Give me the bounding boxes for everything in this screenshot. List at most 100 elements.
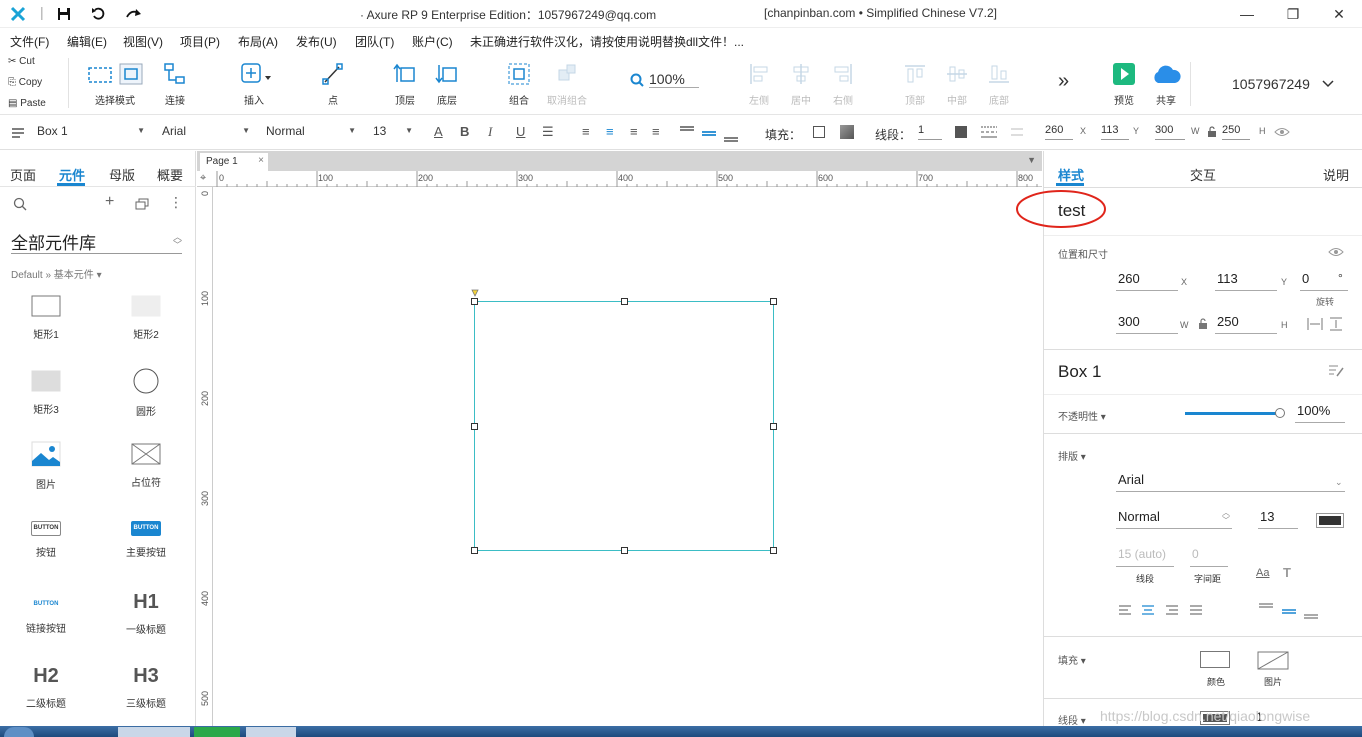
point-button[interactable]: 点 [305,60,361,107]
library-copy-icon[interactable] [135,198,149,210]
chevron-down-icon[interactable] [1322,80,1334,88]
close-button[interactable]: ✕ [1316,0,1362,28]
menu-team[interactable]: 团队(T) [355,33,394,50]
text-align-left-icon[interactable]: ≡ [582,124,590,139]
edit-note-icon[interactable] [1328,364,1344,378]
tab-masters[interactable]: 母版 [109,165,135,184]
library-spinner-icon[interactable]: ︿ ﹀ [173,233,182,250]
widget-image[interactable]: 图片 [6,441,86,491]
chevron-down-icon[interactable]: ⌄ [1335,477,1343,488]
vertical-align-icons[interactable] [1258,603,1318,619]
text-align-icons[interactable] [1118,605,1208,617]
save-icon[interactable] [57,7,71,21]
line-spacing-field[interactable]: 15 (auto) [1116,547,1174,567]
resize-handle-se[interactable] [770,547,777,554]
cut-button[interactable]: ✂ Cut [8,56,35,67]
redo-icon[interactable] [125,7,143,21]
opacity-label[interactable]: 不透明性 ▾ [1058,408,1106,423]
x-input[interactable]: 260 [1045,124,1073,140]
widget-name-dropdown[interactable]: Box 1 ▼ [37,124,145,142]
taskbar-app[interactable] [246,727,296,737]
y-input[interactable]: 113 [1101,124,1129,140]
visibility-eye-icon[interactable] [1328,247,1344,257]
tab-style[interactable]: 样式 [1058,165,1084,184]
opacity-slider-thumb[interactable] [1275,408,1285,418]
add-library-icon[interactable]: + [105,193,114,211]
widget-rect2[interactable]: 矩形2 [106,295,186,341]
widget-h2[interactable]: H2 二级标题 [6,665,86,710]
font-family-field[interactable]: Arial [1116,472,1345,492]
lock-icon[interactable] [1207,126,1217,138]
start-button[interactable] [4,727,34,737]
tab-menu-arrow-icon[interactable]: ▼ [1027,155,1036,165]
menu-view[interactable]: 视图(V) [123,33,163,50]
more-options-icon[interactable]: ⋮ [169,194,183,211]
vertical-align-icons[interactable] [678,124,742,142]
text-align-right-icon[interactable]: ≡ [630,124,638,139]
account-name[interactable]: 1057967249 [1232,76,1310,92]
font-dropdown[interactable]: Arial ▼ [162,124,250,142]
resize-handle-ne[interactable] [770,298,777,305]
text-shadow-icon[interactable]: T [1283,565,1291,580]
align-bottom-button[interactable]: 底部 [971,60,1027,107]
fill-color-swatch[interactable] [813,126,825,138]
resize-handle-e[interactable] [770,423,777,430]
restore-button[interactable]: ❐ [1270,0,1316,28]
fill-color-swatch[interactable] [1200,651,1230,668]
h-input[interactable]: 250 [1222,124,1250,140]
stroke-color-swatch[interactable] [955,126,967,138]
taskbar-app[interactable] [118,727,190,737]
font-style-field[interactable]: Normal [1116,509,1232,529]
widget-name-field[interactable]: Box 1 [1058,362,1101,382]
font-color-icon[interactable]: A [434,124,443,139]
send-to-back-button[interactable]: 底层 [419,60,475,107]
resize-handle-w[interactable] [471,423,478,430]
menu-layout[interactable]: 布局(A) [238,33,278,50]
stroke-width-input[interactable]: 1 [918,124,942,140]
lock-icon[interactable] [1198,318,1208,330]
arrow-style-icon[interactable] [1009,125,1025,139]
search-icon[interactable] [13,197,27,211]
widget-h1[interactable]: H1 一级标题 [106,591,186,636]
font-color-swatch[interactable] [1316,513,1344,528]
menu-warning[interactable]: 未正确进行软件汉化，请按使用说明替换dll文件！... [470,33,744,50]
insert-button[interactable]: 插入 [226,60,282,107]
library-title[interactable]: 全部元件库 [11,229,96,254]
font-style-spinner-icon[interactable]: ︿ ﹀ [1222,509,1230,525]
char-spacing-field[interactable]: 0 [1190,547,1228,567]
fit-width-icon[interactable] [1307,317,1323,331]
select-mode-button[interactable]: 选择模式 [87,60,143,107]
w-field[interactable]: 300 [1116,314,1178,334]
zoom-level[interactable]: 100% [649,71,699,88]
bold-icon[interactable]: B [460,124,469,139]
tab-outline[interactable]: 概要 [157,165,183,184]
opacity-slider-track[interactable] [1185,412,1277,415]
box-1-widget[interactable] [474,301,774,551]
close-tab-icon[interactable]: × [258,155,264,166]
fit-height-icon[interactable] [1329,317,1343,331]
underline-icon[interactable]: U [516,124,525,139]
menu-account[interactable]: 账户(C) [412,33,453,50]
font-size-field[interactable]: 13 [1258,509,1298,529]
x-field[interactable]: 260 [1116,271,1178,291]
shadow-swatch[interactable] [840,125,854,139]
widget-primary-button[interactable]: BUTTON 主要按钮 [106,521,186,559]
font-style-dropdown[interactable]: Normal ▼ [266,124,356,142]
fill-label[interactable]: 填充 ▾ [1058,652,1086,667]
h-field[interactable]: 250 [1215,314,1277,334]
widget-placeholder[interactable]: 占位符 [106,443,186,489]
text-justify-icon[interactable]: ≡ [652,124,660,139]
resize-handle-nw[interactable] [471,298,478,305]
widget-rect3[interactable]: 矩形3 [6,370,86,416]
menu-project[interactable]: 项目(P) [180,33,220,50]
resize-handle-sw[interactable] [471,547,478,554]
align-right-button[interactable]: 右侧 [815,60,871,107]
rotation-handle-icon[interactable] [471,289,479,297]
widget-rect1[interactable]: 矩形1 [6,295,86,341]
tab-pages[interactable]: 页面 [10,165,36,184]
page-tab[interactable]: Page 1 × [200,153,268,171]
y-field[interactable]: 113 [1215,271,1277,291]
widget-circle[interactable]: 圆形 [106,368,186,418]
library-breadcrumb[interactable]: Default » 基本元件 ▾ [11,266,102,281]
text-align-center-icon[interactable]: ≡ [606,124,614,139]
